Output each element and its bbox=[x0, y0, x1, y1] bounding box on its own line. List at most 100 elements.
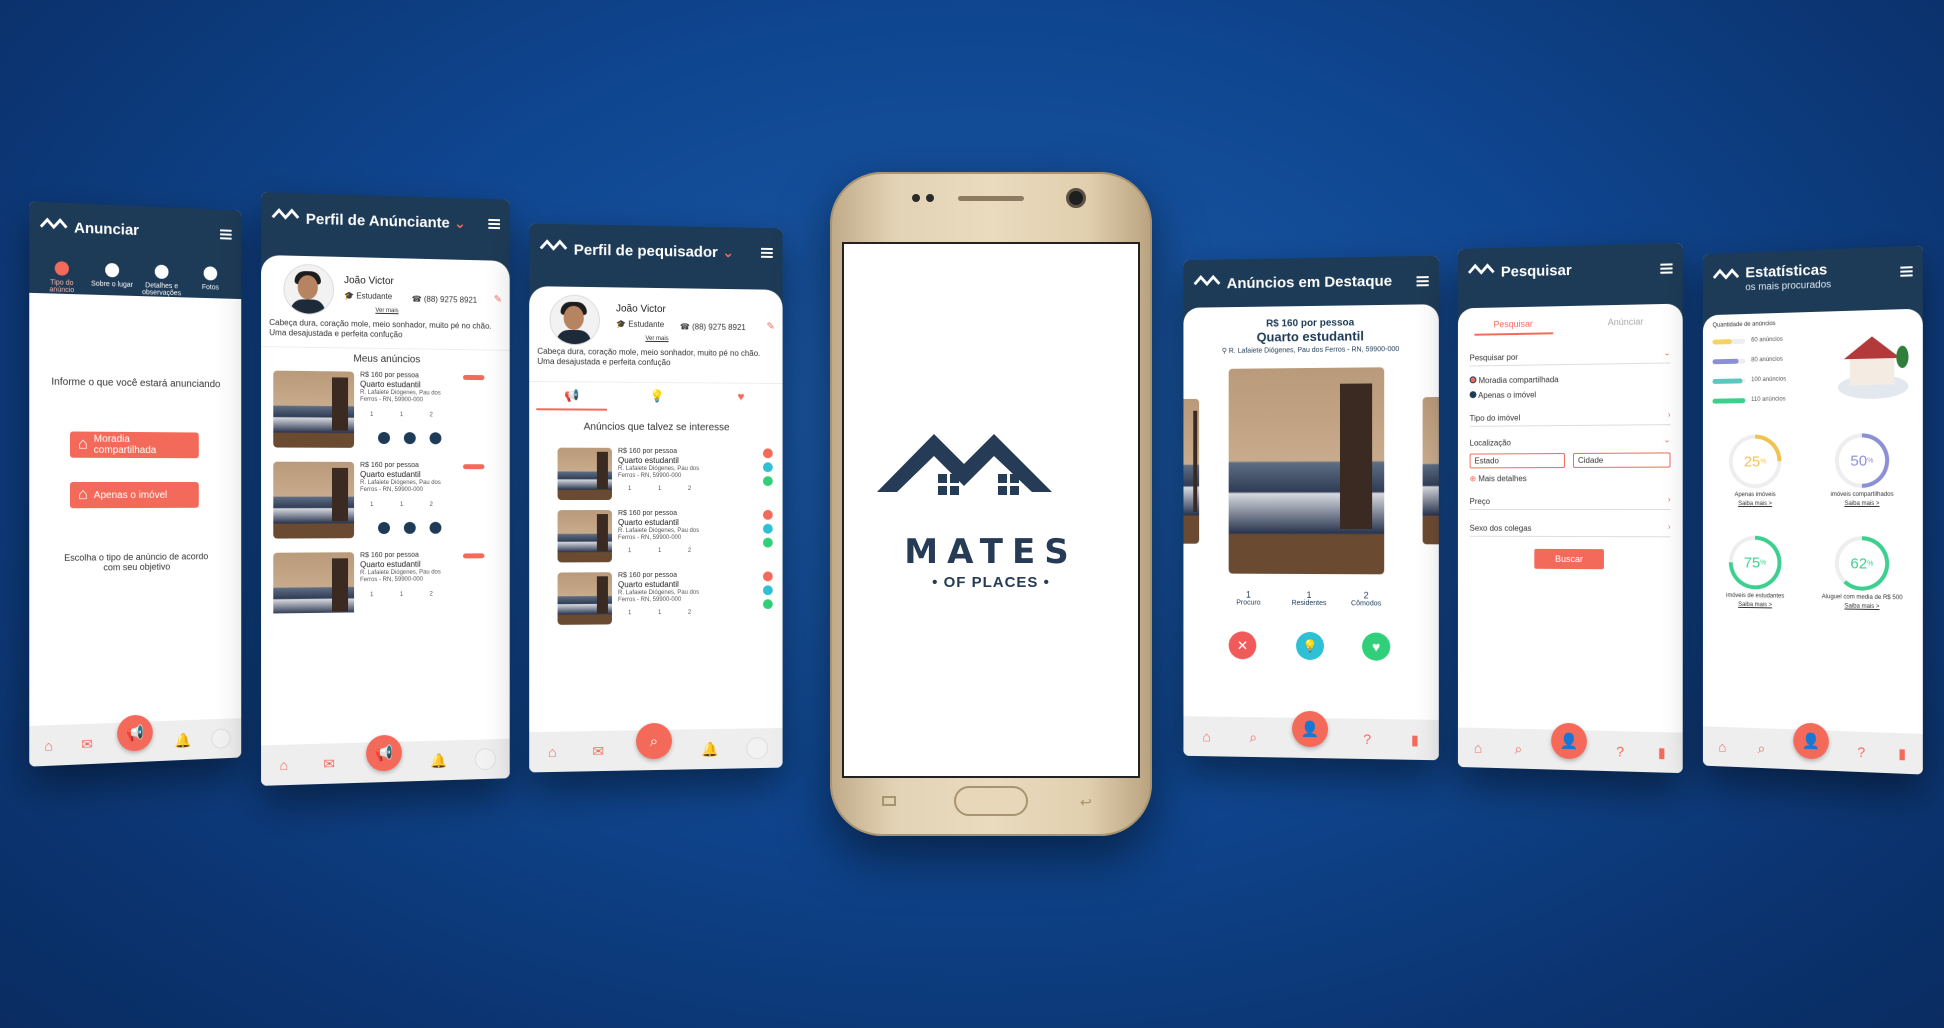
search-button[interactable]: Buscar bbox=[1534, 548, 1604, 570]
search-by-field[interactable]: Pesquisar por ⌄ bbox=[1469, 348, 1671, 367]
stats-icon[interactable]: ▮ bbox=[1654, 744, 1670, 761]
room-photo-prev[interactable] bbox=[1183, 398, 1200, 544]
option-property-button[interactable]: ⌂ Apenas o imóvel bbox=[69, 481, 199, 509]
stat-card[interactable]: 50% imóveis compartilhados Saiba mais > bbox=[1812, 433, 1913, 507]
home-icon[interactable]: ⌂ bbox=[1199, 728, 1215, 744]
user-icon[interactable]: 👤 bbox=[1292, 710, 1328, 748]
home-button[interactable] bbox=[954, 786, 1028, 816]
step-3[interactable]: Detalhes e observações bbox=[140, 264, 183, 297]
bell-icon[interactable]: 🔔 bbox=[701, 741, 718, 757]
reject-icon[interactable] bbox=[762, 571, 773, 582]
listing-card[interactable]: R$ 160 por pessoa Quarto estudantil R. L… bbox=[273, 370, 498, 453]
reject-icon[interactable] bbox=[378, 521, 390, 535]
idea-button[interactable]: 💡 bbox=[1296, 631, 1324, 661]
megaphone-icon[interactable]: 📢 bbox=[117, 714, 153, 752]
idea-icon[interactable] bbox=[762, 523, 773, 534]
search-icon[interactable]: ⌕ bbox=[636, 722, 672, 760]
stat-card[interactable]: 62% Aluguel com media de R$ 500 Saiba mais… bbox=[1812, 536, 1913, 611]
idea-icon[interactable]: 💡 bbox=[622, 389, 692, 411]
see-more-link[interactable]: Ver mais bbox=[261, 306, 510, 317]
mail-icon[interactable]: ✉ bbox=[590, 743, 606, 759]
like-icon[interactable] bbox=[429, 432, 442, 445]
localizacao-field[interactable]: Localização ⌄ bbox=[1470, 435, 1671, 447]
menu-icon[interactable] bbox=[1416, 276, 1429, 287]
room-photo[interactable] bbox=[1228, 367, 1385, 575]
megaphone-icon[interactable]: 📢 bbox=[366, 734, 402, 772]
heart-icon[interactable]: ♥ bbox=[706, 389, 775, 411]
menu-icon[interactable] bbox=[1900, 266, 1913, 277]
more-details-link[interactable]: ⊕ Mais detalhes bbox=[1470, 474, 1671, 483]
preco-field[interactable]: Preço › bbox=[1469, 495, 1671, 511]
edit-icon[interactable]: ✎ bbox=[494, 294, 502, 305]
cidade-select[interactable]: Cidade bbox=[1572, 452, 1671, 468]
mail-icon[interactable]: ✉ bbox=[79, 736, 95, 753]
toggle[interactable] bbox=[462, 553, 485, 559]
step-1[interactable]: Tipo do anúncio bbox=[39, 261, 84, 295]
menu-icon[interactable] bbox=[1660, 263, 1673, 274]
like-icon[interactable] bbox=[762, 537, 773, 548]
sexo-field[interactable]: Sexo dos colegas › bbox=[1469, 522, 1671, 538]
home-icon[interactable]: ⌂ bbox=[276, 757, 292, 774]
reject-icon[interactable] bbox=[762, 448, 773, 459]
chevron-down-icon[interactable]: ⌄ bbox=[454, 215, 466, 232]
tab-anunciar[interactable]: Anúnciar bbox=[1585, 316, 1666, 334]
like-button[interactable]: ♥ bbox=[1362, 632, 1391, 661]
home-icon[interactable]: ⌂ bbox=[1715, 739, 1730, 755]
reject-icon[interactable] bbox=[378, 431, 390, 445]
home-icon[interactable]: ⌂ bbox=[41, 737, 57, 754]
listing-card[interactable]: R$ 160 por pessoa Quarto estudantil R. L… bbox=[273, 551, 498, 614]
listing-card[interactable]: R$ 160 por pessoa Quarto estudantil R. L… bbox=[557, 447, 773, 504]
room-photo-next[interactable] bbox=[1422, 396, 1439, 545]
like-icon[interactable] bbox=[762, 599, 773, 610]
search-icon[interactable]: ⌕ bbox=[1245, 729, 1261, 745]
stat-link[interactable]: Saiba mais > bbox=[1812, 501, 1913, 507]
toggle[interactable] bbox=[462, 464, 485, 470]
mail-icon[interactable]: ✉ bbox=[321, 755, 337, 772]
user-icon[interactable]: 👤 bbox=[1793, 722, 1829, 760]
listing-card[interactable]: R$ 160 por pessoa Quarto estudantil R. L… bbox=[273, 461, 498, 543]
megaphone-icon[interactable]: 📢 bbox=[536, 388, 608, 411]
stat-link[interactable]: Saiba mais > bbox=[1707, 602, 1804, 609]
avatar[interactable] bbox=[474, 748, 496, 771]
bell-icon[interactable]: 🔔 bbox=[174, 732, 191, 749]
recent-apps-icon[interactable] bbox=[882, 796, 896, 806]
option-shared-button[interactable]: ⌂ Moradia compartilhada bbox=[69, 431, 199, 459]
chevron-down-icon[interactable]: ⌄ bbox=[722, 244, 734, 261]
idea-icon[interactable] bbox=[762, 585, 773, 596]
home-icon[interactable]: ⌂ bbox=[1470, 740, 1486, 756]
menu-icon[interactable] bbox=[760, 247, 773, 258]
stats-icon[interactable]: ▮ bbox=[1407, 732, 1423, 748]
tipo-imovel-field[interactable]: Tipo do imóvel › bbox=[1469, 410, 1671, 427]
search-icon[interactable]: ⌕ bbox=[1510, 741, 1526, 757]
radio-property[interactable]: Apenas o imóvel bbox=[1469, 389, 1671, 400]
search-icon[interactable]: ⌕ bbox=[1754, 740, 1770, 756]
like-icon[interactable] bbox=[429, 521, 442, 534]
stat-card[interactable]: 25% Apenas imóveis Saiba mais > bbox=[1707, 434, 1804, 507]
idea-icon[interactable] bbox=[403, 432, 416, 445]
edit-icon[interactable]: ✎ bbox=[766, 321, 774, 332]
step-4[interactable]: Fotos bbox=[189, 266, 232, 299]
help-icon[interactable]: ? bbox=[1359, 731, 1375, 747]
stats-icon[interactable]: ▮ bbox=[1894, 745, 1910, 762]
reject-icon[interactable] bbox=[762, 509, 773, 520]
home-icon[interactable]: ⌂ bbox=[544, 744, 560, 760]
menu-icon[interactable] bbox=[220, 229, 232, 240]
radio-shared[interactable]: Moradia compartilhada bbox=[1469, 374, 1671, 386]
estado-select[interactable]: Estado bbox=[1469, 453, 1566, 469]
tab-pesquisar[interactable]: Pesquisar bbox=[1473, 318, 1553, 336]
stat-link[interactable]: Saiba mais > bbox=[1812, 603, 1913, 611]
like-icon[interactable] bbox=[762, 476, 773, 487]
menu-icon[interactable] bbox=[488, 218, 501, 230]
stat-link[interactable]: Saiba mais > bbox=[1707, 501, 1804, 507]
toggle[interactable] bbox=[462, 374, 485, 381]
back-icon[interactable]: ↩ bbox=[1080, 794, 1092, 811]
help-icon[interactable]: ? bbox=[1853, 744, 1869, 761]
avatar[interactable] bbox=[746, 737, 769, 760]
listing-card[interactable]: R$ 160 por pessoa Quarto estudantil R. L… bbox=[557, 509, 773, 567]
listing-card[interactable]: R$ 160 por pessoa Quarto estudantil R. L… bbox=[557, 571, 773, 629]
idea-icon[interactable] bbox=[762, 462, 773, 473]
help-icon[interactable]: ? bbox=[1612, 743, 1628, 759]
reject-button[interactable]: ✕ bbox=[1228, 631, 1257, 660]
user-icon[interactable]: 👤 bbox=[1551, 722, 1587, 760]
stat-card[interactable]: 75% imóveis de estudantes Saiba mais > bbox=[1707, 535, 1804, 610]
